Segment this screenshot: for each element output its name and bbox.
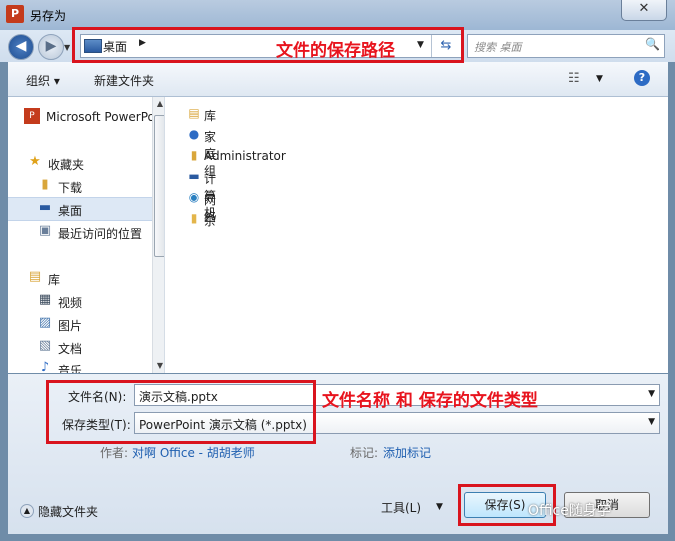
nav-scrollbar[interactable]: ▲ ▼ <box>152 97 164 373</box>
file-list: ▤ 库 ● 家庭组 ▮ Administrator ▬ 计算机 ◉ 网络 ▮ 杂 <box>168 97 668 373</box>
star-icon: ★ <box>29 154 41 169</box>
arrow-right-icon: ▶ <box>45 38 57 54</box>
nav-item-videos[interactable]: ▦ 视频 <box>36 290 164 312</box>
search-placeholder: 搜索 桌面 <box>474 41 522 54</box>
chevron-down-icon[interactable]: ▼ <box>648 389 655 399</box>
annotation-box-fields <box>46 380 316 444</box>
organize-menu[interactable]: 组织 ▾ <box>26 72 60 89</box>
tags-value[interactable]: 添加标记 <box>383 444 431 461</box>
powerpoint-icon: P <box>6 5 24 23</box>
nav-item-documents[interactable]: ▧ 文档 <box>36 336 164 358</box>
user-folder-icon: ▮ <box>190 148 198 162</box>
view-options-icon[interactable]: ☷ <box>568 71 580 86</box>
powerpoint-icon: P <box>24 108 40 124</box>
window-title: 另存为 <box>30 9 67 23</box>
annotation-path-text: 文件的保存路径 <box>276 41 395 61</box>
scroll-up-arrow[interactable]: ▲ <box>153 97 164 111</box>
annotation-fields-text: 文件名称 和 保存的文件类型 <box>322 391 538 411</box>
new-folder-button[interactable]: 新建文件夹 <box>94 72 154 89</box>
nav-item-music[interactable]: ♪ 音乐 <box>36 358 164 373</box>
music-icon: ♪ <box>40 360 50 373</box>
scroll-down-arrow[interactable]: ▼ <box>153 359 164 373</box>
computer-icon: ▬ <box>188 169 200 183</box>
navigation-pane: P Microsoft PowerPoint ★ 收藏夹 ▮ 下载 ▬ 桌面 ▣… <box>8 97 165 373</box>
forward-button[interactable]: ▶ <box>38 34 64 60</box>
nav-item-powerpoint[interactable]: P Microsoft PowerPoint <box>24 106 164 128</box>
annotation-box-path <box>72 27 464 63</box>
tools-menu[interactable]: 工具(L) <box>381 499 421 516</box>
video-icon: ▦ <box>38 292 52 307</box>
search-input[interactable]: 搜索 桌面 🔍 <box>467 34 665 58</box>
watermark: Office随身学 <box>528 503 611 519</box>
close-icon: ✕ <box>638 1 650 16</box>
chevron-down-icon[interactable]: ▼ <box>648 417 655 427</box>
homegroup-icon: ● <box>188 127 200 141</box>
author-value[interactable]: 对啊 Office - 胡胡老师 <box>132 444 255 461</box>
back-button[interactable]: ◀ <box>8 34 34 60</box>
folder-icon: ▮ <box>190 211 198 225</box>
nav-item-desktop[interactable]: ▬ 桌面 <box>8 197 152 221</box>
tags-label: 标记: <box>350 446 379 460</box>
recent-places-icon: ▣ <box>38 223 52 238</box>
documents-icon: ▧ <box>38 338 52 353</box>
recent-locations-dropdown[interactable]: ▼ <box>64 43 70 52</box>
scroll-thumb[interactable] <box>154 115 164 257</box>
arrow-left-icon: ◀ <box>15 38 27 54</box>
nav-item-libraries[interactable]: ▤ 库 <box>26 267 164 289</box>
download-folder-icon: ▮ <box>41 177 49 192</box>
search-icon[interactable]: 🔍 <box>645 37 660 51</box>
desktop-icon: ▬ <box>38 200 52 215</box>
network-icon: ◉ <box>188 190 200 204</box>
view-dropdown[interactable]: ▼ <box>596 74 603 84</box>
pictures-icon: ▨ <box>38 315 52 330</box>
close-button[interactable]: ✕ <box>621 0 667 21</box>
chevron-down-icon[interactable]: ▼ <box>436 502 443 512</box>
toolbar: 组织 ▾ 新建文件夹 ☷ ▼ ? <box>8 62 668 97</box>
nav-item-favorites[interactable]: ★ 收藏夹 <box>26 152 164 174</box>
library-icon: ▤ <box>188 106 200 120</box>
nav-item-pictures[interactable]: ▨ 图片 <box>36 313 164 335</box>
help-icon[interactable]: ? <box>634 70 650 86</box>
main-body: P Microsoft PowerPoint ★ 收藏夹 ▮ 下载 ▬ 桌面 ▣… <box>8 97 668 373</box>
nav-item-downloads[interactable]: ▮ 下载 <box>36 175 164 197</box>
nav-item-recent-places[interactable]: ▣ 最近访问的位置 <box>36 221 164 243</box>
title-bar: P 另存为 ✕ <box>0 0 675 30</box>
hide-folders-button[interactable]: 隐藏文件夹 <box>38 503 98 520</box>
chevron-up-icon[interactable]: ▲ <box>20 504 34 518</box>
author-label: 作者: <box>100 446 129 460</box>
library-icon: ▤ <box>28 269 42 284</box>
